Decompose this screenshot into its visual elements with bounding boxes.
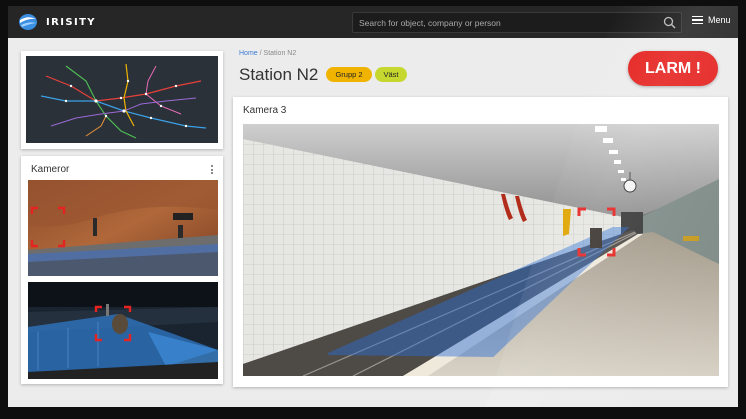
cameras-title: Kameror bbox=[31, 164, 70, 175]
device-frame: IRISITY Menu bbox=[0, 0, 746, 419]
search-icon[interactable] bbox=[663, 16, 676, 29]
main-camera-feed bbox=[243, 124, 719, 376]
breadcrumb-separator: / bbox=[259, 50, 262, 57]
cameras-card: Kameror bbox=[21, 156, 223, 384]
camera-thumbnail-1[interactable] bbox=[28, 180, 218, 276]
app-screen: IRISITY Menu bbox=[8, 6, 738, 407]
network-map-card bbox=[21, 51, 223, 149]
menu-label: Menu bbox=[708, 15, 731, 25]
breadcrumb-current: Station N2 bbox=[263, 50, 297, 57]
main-camera-view[interactable] bbox=[243, 124, 719, 376]
group-badge[interactable]: Grupp 2 bbox=[326, 67, 372, 82]
breadcrumb-home-link[interactable]: Home bbox=[239, 50, 258, 57]
top-bar: IRISITY Menu bbox=[8, 6, 738, 38]
camera-1-feed bbox=[28, 180, 218, 276]
more-options-icon[interactable] bbox=[211, 165, 214, 175]
camera-thumbnail-2[interactable] bbox=[28, 282, 218, 379]
brand-name: IRISITY bbox=[46, 16, 96, 28]
logo[interactable]: IRISITY bbox=[18, 12, 96, 32]
metro-map[interactable] bbox=[26, 56, 218, 143]
metro-map-graphic bbox=[26, 56, 218, 143]
alarm-button[interactable]: LARM ! bbox=[628, 51, 718, 86]
search-input[interactable] bbox=[353, 13, 653, 32]
camera-2-feed bbox=[28, 282, 218, 379]
irisity-logo-icon bbox=[19, 14, 37, 30]
hamburger-icon bbox=[692, 15, 703, 25]
search-box bbox=[352, 12, 682, 33]
main-camera-title: Kamera 3 bbox=[243, 105, 287, 116]
main-camera-card: Kamera 3 bbox=[233, 97, 728, 387]
page-title: Station N2 bbox=[239, 65, 319, 84]
menu-button[interactable]: Menu bbox=[692, 15, 731, 25]
breadcrumb: Home / Station N2 bbox=[239, 50, 296, 57]
region-badge[interactable]: Väst bbox=[375, 67, 407, 82]
